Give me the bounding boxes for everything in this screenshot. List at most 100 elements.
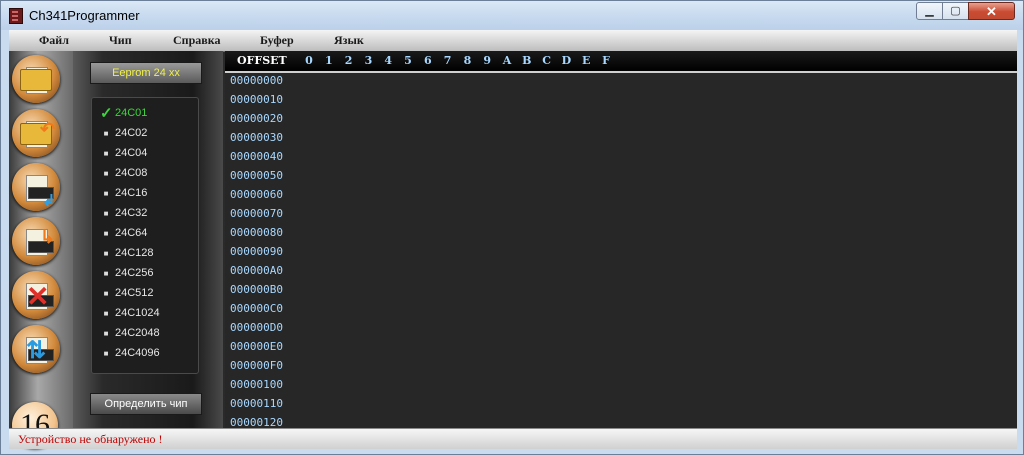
chip-option-label: 24C32 [115,207,148,219]
read-chip-icon[interactable]: ↲ [12,163,60,211]
hex-row-address: 000000B0 [230,283,283,296]
hex-row-address: 00000030 [230,131,283,144]
hex-row-address: 00000070 [230,207,283,220]
hex-column-header: C [542,54,551,67]
status-text: Устройство не обнаружено ! [18,432,163,446]
chip-panel: Eeprom 24 xx ✓ 24C01 ■ 24C02 ■ 24C04 ■ 24C08 ■ 24… [73,51,223,428]
status-bar: Устройство не обнаружено ! [9,428,1017,449]
hex-column-header: 8 [463,54,472,67]
chip-list: ✓ 24C01 ■ 24C02 ■ 24C04 ■ 24C08 ■ 24C16 ■ 24C32 ■ 24C… [91,97,199,374]
erase-chip-icon[interactable]: ✕ [12,271,60,319]
checkmark-icon: ✓ [100,105,113,122]
verify-chip-icon[interactable]: ⇅ [12,325,60,373]
toolbar: ↶ ↲ ↳ ✕ ⇅ 16 [9,51,73,448]
open-file-icon[interactable] [12,55,60,103]
bullet-icon: ■ [103,229,109,238]
hex-column-header: 0 [305,54,313,67]
hex-row-address: 000000F0 [230,359,283,372]
chip-option[interactable]: ■ 24C16 [92,184,196,204]
hex-row-address: 00000010 [230,93,283,106]
hex-row-address: 00000090 [230,245,283,258]
chip-option[interactable]: ■ 24C32 [92,204,196,224]
bullet-icon: ■ [103,189,109,198]
chip-option[interactable]: ■ 24C4096 [92,344,196,364]
app-window: Ch341Programmer ▁ ▢ ✕ Файл Чип Справка Б… [0,0,1024,455]
hex-column-header: 2 [344,54,353,67]
bullet-icon: ■ [103,209,109,218]
chip-option[interactable]: ■ 24C64 [92,224,196,244]
menu-chip[interactable]: Чип [109,33,132,48]
chip-option-label: 24C16 [115,187,148,199]
menu-file[interactable]: Файл [39,33,69,48]
hex-column-header: E [581,54,591,67]
chip-option[interactable]: ■ 24C512 [92,284,196,304]
hex-row-address: 00000000 [230,74,283,87]
chip-family-button[interactable]: Eeprom 24 xx [90,62,202,84]
menu-bar: Файл Чип Справка Буфер Язык [9,30,1017,52]
chip-option[interactable]: ■ 24C02 [92,124,196,144]
chip-option[interactable]: ■ 24C256 [92,264,196,284]
hex-column-header: 6 [423,54,432,67]
hex-column-header: 1 [324,54,333,67]
bullet-icon: ■ [103,289,109,298]
hex-row-address: 00000020 [230,112,283,125]
hex-viewer[interactable]: OFFSET 0123456789ABCDEF 00000000 00000010… [225,51,1017,428]
chip-option-label: 24C4096 [115,347,160,359]
bullet-icon: ■ [103,349,109,358]
offset-header: OFFSET [237,54,287,67]
hex-column-header: 4 [384,54,393,67]
minimize-button[interactable]: ▁ [916,2,943,20]
chip-option-label: 24C512 [115,287,154,299]
chip-option[interactable]: ■ 24C128 [92,244,196,264]
hex-row-address: 00000040 [230,150,283,163]
hex-column-header: 9 [483,54,492,67]
hex-row-address: 00000120 [230,416,283,428]
hex-row-address: 000000A0 [230,264,283,277]
bullet-icon: ■ [103,129,109,138]
chip-option-label: 24C08 [115,167,148,179]
chip-option-label: 24C2048 [115,327,160,339]
chip-option-label: 24C64 [115,227,148,239]
chip-option[interactable]: ■ 24C04 [92,144,196,164]
hex-row-address: 000000C0 [230,302,283,315]
chip-option-label: 24C1024 [115,307,160,319]
chip-option[interactable]: ✓ 24C01 [92,104,196,124]
hex-row-address: 000000D0 [230,321,283,334]
bullet-icon: ■ [103,149,109,158]
hex-row-address: 00000100 [230,378,283,391]
detect-chip-button[interactable]: Определить чип [90,393,202,415]
hex-row-address: 00000050 [230,169,283,182]
chip-option-label: 24C01 [115,107,148,119]
hex-column-header: 5 [404,54,412,67]
menu-language[interactable]: Язык [334,33,364,48]
write-chip-icon[interactable]: ↳ [12,217,60,265]
hex-row-address: 00000110 [230,397,283,410]
hex-column-header: 7 [443,54,452,67]
hex-column-header: F [602,54,610,67]
window-title: Ch341Programmer [29,8,140,23]
bullet-icon: ■ [103,329,109,338]
title-bar[interactable]: Ch341Programmer ▁ ▢ ✕ [1,1,1023,30]
chip-option[interactable]: ■ 24C1024 [92,304,196,324]
save-file-icon[interactable]: ↶ [12,109,60,157]
maximize-button[interactable]: ▢ [942,2,969,20]
chip-option-label: 24C02 [115,127,148,139]
bullet-icon: ■ [103,169,109,178]
chip-option[interactable]: ■ 24C08 [92,164,196,184]
hex-column-header: D [561,54,572,67]
close-button[interactable]: ✕ [968,2,1015,20]
menu-help[interactable]: Справка [173,33,220,48]
bullet-icon: ■ [103,309,109,318]
chip-option-label: 24C128 [115,247,154,259]
hex-row-address: 00000080 [230,226,283,239]
bullet-icon: ■ [103,249,109,258]
hex-row-address: 00000060 [230,188,283,201]
client-area: Файл Чип Справка Буфер Язык ↶ ↲ ↳ ✕ ⇅ 16… [9,30,1017,449]
chip-option-label: 24C04 [115,147,148,159]
chip-option[interactable]: ■ 24C2048 [92,324,196,344]
menu-buffer[interactable]: Буфер [260,33,294,48]
bullet-icon: ■ [103,269,109,278]
hex-header: OFFSET 0123456789ABCDEF [225,51,1017,73]
hex-column-header: 3 [364,54,373,67]
chip-option-label: 24C256 [115,267,154,279]
